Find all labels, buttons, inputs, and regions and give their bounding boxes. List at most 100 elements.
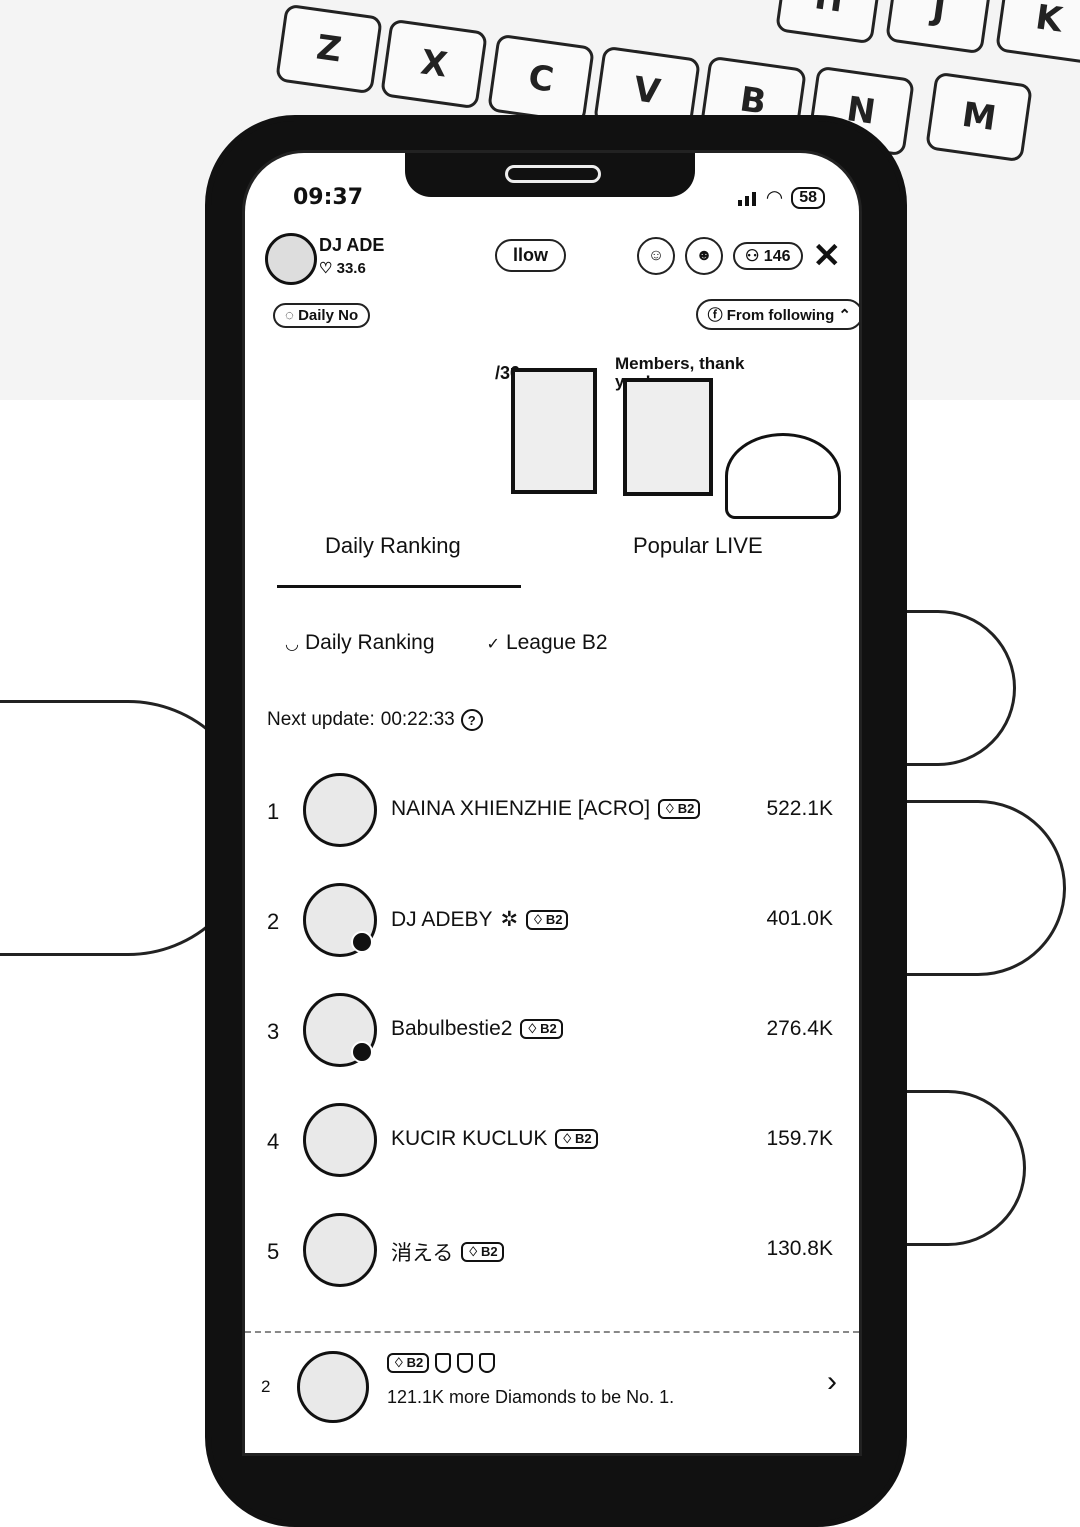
mascot-image [725, 433, 841, 519]
rank-name-wrap: Babulbestie2 ♢ B2 [391, 1017, 563, 1041]
chevron-right-icon[interactable]: › [827, 1365, 837, 1399]
rank-score: 401.0K [766, 907, 833, 930]
badge-label: B2 [575, 1131, 592, 1146]
tab-popular-live[interactable]: Popular LIVE [633, 533, 763, 559]
next-update-time: 00:22:33 [380, 709, 455, 730]
rank-name: KUCIR KUCLUK [391, 1127, 548, 1150]
diamond-icon: ♢ [561, 1131, 574, 1146]
viewer-count[interactable]: ⚇ 146 [733, 242, 803, 270]
ranking-list: 1 NAINA XHIENZHIE [ACRO] ♢ B2 522.1K 2 DJ… [245, 763, 859, 1313]
promo-card [623, 378, 713, 496]
league-badge: ♢ B2 [555, 1129, 598, 1149]
check-icon: ✓ [486, 636, 500, 653]
from-following-pill[interactable]: ⓕ From following ⌃ [695, 299, 859, 330]
clock-icon: ◡ [285, 636, 299, 653]
viewer-avatar-icon[interactable]: ☻ [685, 237, 723, 275]
avatar[interactable] [303, 773, 377, 847]
live-indicator-icon [351, 1041, 373, 1063]
promo-strip[interactable]: /36 Members, thank you! [475, 353, 859, 519]
tab-underline [277, 585, 521, 588]
league-badge: ♢ B2 [526, 909, 569, 930]
ranking-row[interactable]: 4 KUCIR KUCLUK ♢ B2 159.7K [245, 1093, 859, 1203]
rank-name: NAINA XHIENZHIE [ACRO] [391, 797, 651, 820]
sparkle-icon: ✲ [500, 908, 519, 931]
rank-name-wrap: KUCIR KUCLUK ♢ B2 [391, 1127, 598, 1151]
help-icon[interactable]: ? [460, 709, 483, 731]
daily-pill-label: Daily No [298, 307, 359, 324]
keyboard-key: K [995, 0, 1080, 65]
shield-icon [479, 1353, 496, 1373]
ranking-row[interactable]: 3 Babulbestie2 ♢ B2 276.4K [245, 983, 859, 1093]
diamond-icon: ♢ [467, 1244, 480, 1259]
badge-label: B2 [540, 1021, 557, 1036]
badge-label: B2 [677, 801, 695, 816]
rank-number: 3 [267, 1019, 280, 1044]
ranking-row[interactable]: 1 NAINA XHIENZHIE [ACRO] ♢ B2 522.1K [245, 763, 859, 873]
close-icon[interactable]: ✕ [813, 239, 842, 273]
diamonds-to-first-message: 121.1K more Diamonds to be No. 1. [387, 1387, 675, 1407]
diamond-icon: ♢ [526, 1021, 539, 1036]
subfilter-daily-label: Daily Ranking [304, 631, 435, 654]
subfilter-daily-ranking[interactable]: ◡ Daily Ranking [285, 631, 435, 655]
live-indicator-icon [351, 931, 373, 953]
keyboard-key: Z [275, 3, 383, 95]
live-header: DJ ADE ♡ 33.6 llow ☺ ☻ ⚇ 146 ✕ [265, 233, 841, 285]
diamond-icon: ♢ [664, 801, 676, 816]
notch [405, 153, 695, 197]
tab-daily-ranking[interactable]: Daily Ranking [325, 533, 461, 559]
subfilters: ◡ Daily Ranking ✓ League B2 [285, 631, 608, 655]
badge-label: B2 [545, 911, 563, 927]
phone-screen: 09:37 ◠ 58 DJ ADE ♡ 33.6 llow ☺ ☻ ⚇ 146 … [242, 150, 862, 1456]
rank-number: 1 [267, 799, 280, 824]
signal-icon [737, 190, 758, 206]
subfilter-league-label: League B2 [505, 631, 608, 654]
status-time: 09:37 [293, 185, 364, 210]
rank-number: 2 [267, 909, 280, 934]
follow-button[interactable]: llow [495, 239, 566, 272]
host-likes-count: 33.6 [336, 260, 366, 277]
subfilter-league[interactable]: ✓ League B2 [487, 631, 608, 655]
ranking-row[interactable]: 5 消える ♢ B2 130.8K [245, 1203, 859, 1313]
host-name[interactable]: DJ ADE [319, 235, 384, 256]
rank-name: DJ ADEBY [391, 907, 493, 931]
shield-icon [457, 1353, 474, 1373]
league-badge: ♢ B2 [461, 1242, 504, 1262]
rank-name-wrap: NAINA XHIENZHIE [ACRO] ♢ B2 [391, 797, 701, 821]
my-rank-number: 2 [261, 1377, 271, 1396]
rank-name: Babulbestie2 [391, 1017, 513, 1040]
rank-score: 159.7K [766, 1127, 833, 1150]
status-icons: ◠ 58 [737, 185, 825, 210]
keyboard-key: M [925, 71, 1033, 163]
battery-icon: 58 [791, 186, 825, 209]
ranking-row[interactable]: 2 DJ ADEBY ✲ ♢ B2 401.0K [245, 873, 859, 983]
rank-score: 276.4K [766, 1017, 833, 1040]
my-badges: ♢ B2 [387, 1353, 496, 1373]
ranking-tabs: Daily Ranking Popular LIVE [245, 533, 859, 593]
daily-pill[interactable]: ◌ Daily No [273, 303, 371, 328]
rank-name-wrap: DJ ADEBY ✲ ♢ B2 [391, 907, 569, 932]
keyboard-key: X [380, 18, 488, 110]
viewer-avatar-icon[interactable]: ☺ [637, 237, 675, 275]
keyboard-key: H [775, 0, 883, 45]
rank-number: 4 [267, 1129, 280, 1154]
from-following-label: From following [726, 307, 835, 324]
viewer-count-number: 146 [763, 248, 791, 265]
avatar[interactable] [303, 1213, 377, 1287]
rank-score: 130.8K [766, 1237, 833, 1260]
diamond-icon: ♢ [532, 911, 544, 927]
speaker [505, 165, 601, 183]
league-badge: ♢ B2 [387, 1353, 430, 1373]
host-avatar[interactable] [265, 233, 317, 285]
rank-name-wrap: 消える ♢ B2 [391, 1237, 504, 1267]
rank-score: 522.1K [766, 797, 833, 820]
league-badge: ♢ B2 [520, 1019, 563, 1039]
next-update: Next update: 00:22:33 ? [267, 709, 483, 731]
my-rank-bar[interactable]: 2 ♢ B2 121.1K more Diamonds to be No. 1. … [245, 1331, 859, 1433]
keyboard-key: C [487, 33, 595, 125]
keyboard-key: J [885, 0, 993, 55]
promo-card [511, 368, 597, 494]
avatar[interactable] [303, 1103, 377, 1177]
avatar [297, 1351, 369, 1423]
wifi-icon: ◠ [765, 187, 784, 209]
header-icons: ☺ ☻ ⚇ 146 ✕ [637, 237, 841, 275]
